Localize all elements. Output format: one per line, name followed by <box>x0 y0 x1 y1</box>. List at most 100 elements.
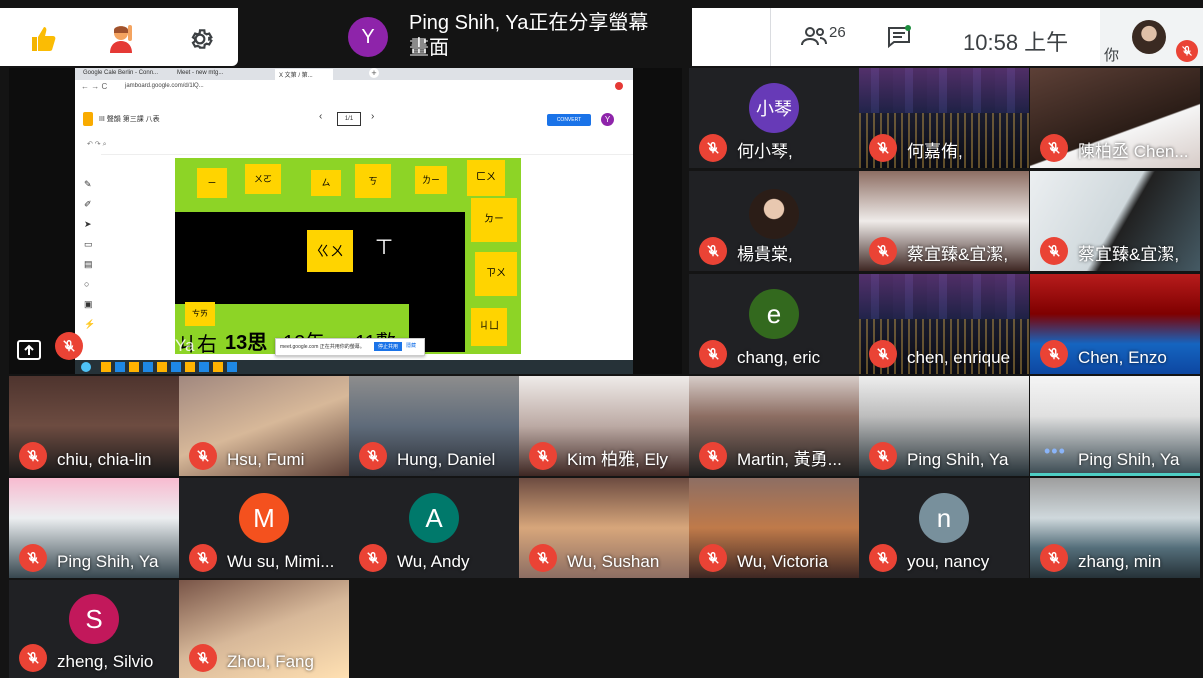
chat-icon[interactable] <box>886 25 912 54</box>
mic-off-icon <box>869 442 897 470</box>
mic-off-icon <box>359 544 387 572</box>
mic-off-icon <box>699 340 727 368</box>
participant-tile[interactable]: Szheng, Silvio <box>9 580 179 678</box>
participant-name: Martin, 黃勇... <box>737 450 842 469</box>
participant-tile[interactable]: Ping Shih, Ya <box>9 478 179 578</box>
participant-tile[interactable]: Wu, Sushan <box>519 478 689 578</box>
participant-tile[interactable]: e chang, eric <box>689 274 859 374</box>
participant-avatar: S <box>69 594 119 645</box>
participant-tile[interactable]: Zhou, Fang <box>179 580 349 678</box>
taskbar-apps-icon[interactable] <box>101 362 241 372</box>
clock: 10:58 上午 <box>963 30 1069 55</box>
participant-tile[interactable]: chen, enrique <box>859 274 1029 374</box>
participant-tile[interactable]: Ping Shih, Ya ••• <box>1030 376 1200 476</box>
mic-off-icon <box>189 442 217 470</box>
account-avatar[interactable]: Y <box>601 113 614 126</box>
mic-off-icon <box>869 340 897 368</box>
participant-tile[interactable]: Wu, Victoria <box>689 478 859 578</box>
sticky-note[interactable]: ㄉㄧ <box>471 198 517 242</box>
participant-name: 何嘉侑, <box>907 142 963 161</box>
participant-avatar: 小琴 <box>749 83 799 133</box>
sticky-note[interactable]: ㄧ <box>197 168 227 198</box>
presenter-name: Ping Shih, Ya <box>93 336 195 355</box>
present-screen-icon[interactable] <box>17 340 43 360</box>
presenting-banner: Y Ping Shih, Ya正在分享螢幕 畫面 <box>238 8 692 66</box>
participant-tile[interactable]: 小琴 何小琴, <box>689 68 859 168</box>
sticky-note[interactable]: ㄨㄛ <box>245 164 281 194</box>
mic-off-icon <box>1040 134 1068 162</box>
divider <box>770 8 771 66</box>
people-icon <box>801 27 827 46</box>
prev-frame-icon[interactable]: ‹ <box>319 111 322 122</box>
sticky-note[interactable]: ㄎ <box>355 164 391 198</box>
extension-icon[interactable] <box>615 82 623 90</box>
next-frame-icon[interactable]: › <box>371 111 374 122</box>
sticky-note[interactable]: ㄘㄞ <box>185 302 215 326</box>
canvas-black-block <box>409 212 465 352</box>
mic-off-icon <box>19 442 47 470</box>
bookmarks-bar <box>75 94 633 104</box>
gear-icon[interactable] <box>183 22 217 56</box>
participant-tile[interactable]: 陳柏丞 Chen... <box>1030 68 1200 168</box>
doc-title[interactable]: III 聲韻 第三課 八表 <box>99 114 160 124</box>
participants-button[interactable]: 26 <box>800 24 846 48</box>
nav-arrows-icon[interactable]: ← → C <box>81 82 107 91</box>
jamboard-header: III 聲韻 第三課 八表 ‹ 1/1 › CONVERT Y <box>75 104 633 137</box>
share-button[interactable]: CONVERT <box>547 114 591 126</box>
frame-counter[interactable]: 1/1 <box>337 112 361 126</box>
start-icon[interactable] <box>81 362 91 372</box>
browser-tab[interactable]: Meet - new mtg... <box>177 70 223 76</box>
reaction-toolbar <box>0 8 238 66</box>
participant-tile[interactable]: 蔡宜臻&宜潔, <box>859 171 1029 271</box>
participant-tile[interactable]: chiu, chia-lin <box>9 376 179 476</box>
participant-tile[interactable]: A Wu, Andy <box>349 478 519 578</box>
browser-tab[interactable]: Google Cale Berlin - Conn... <box>83 70 158 76</box>
sticky-note[interactable]: ㄌㄧ <box>415 166 447 194</box>
mic-off-icon <box>19 644 47 672</box>
participant-tile[interactable]: Martin, 黃勇... <box>689 376 859 476</box>
thumbs-up-icon[interactable] <box>26 22 60 56</box>
sticky-note[interactable]: ㄐㄩ <box>471 308 507 346</box>
mic-off-icon <box>189 644 217 672</box>
presenter-avatar: Y <box>348 17 388 57</box>
mic-off-icon <box>529 442 557 470</box>
participant-tile[interactable]: Chen, Enzo <box>1030 274 1200 374</box>
speaking-indicator-icon: ••• <box>1044 441 1066 461</box>
sticky-note[interactable]: ㄈㄨ <box>467 160 505 196</box>
participant-tile[interactable]: Hsu, Fumi <box>179 376 349 476</box>
participant-name: Wu su, Mimi... <box>227 552 335 571</box>
self-avatar <box>1132 20 1166 54</box>
mic-off-icon <box>55 332 83 360</box>
participant-name: Hsu, Fumi <box>227 450 305 469</box>
mic-off-icon <box>1040 544 1068 572</box>
participant-tile[interactable]: Hung, Daniel <box>349 376 519 476</box>
raise-hand-icon[interactable] <box>104 22 138 56</box>
participant-name: 蔡宜臻&宜潔, <box>1078 245 1180 264</box>
mic-off-icon <box>699 442 727 470</box>
jamboard-canvas[interactable]: 10敢 《ㄎ ㄒ ㄐ右 13思 12矢 11敷 ㄧ ㄨㄛ ㄙ ㄎ ㄌㄧ ㄈㄨ ㄉ… <box>175 158 521 356</box>
url-text[interactable]: jamboard.google.com/d/1lQ... <box>125 83 204 89</box>
mic-off-icon <box>529 544 557 572</box>
browser-tab-active[interactable]: X 文第 / 第... <box>275 69 333 80</box>
participant-tile[interactable]: Kim 柏雅, Ely <box>519 376 689 476</box>
participant-tile[interactable]: M Wu su, Mimi... <box>179 478 349 578</box>
new-tab-icon[interactable]: + <box>369 68 379 78</box>
participant-tile[interactable]: zhang, min <box>1030 478 1200 578</box>
mic-off-icon <box>359 442 387 470</box>
self-view: 你 <box>1100 8 1203 66</box>
hide-button[interactable]: 隱藏 <box>406 342 416 349</box>
participant-avatar: e <box>749 289 799 339</box>
participant-tile[interactable]: 何嘉侑, <box>859 68 1029 168</box>
undo-redo-icon[interactable]: ↶ ↷ ⌕ <box>87 140 107 149</box>
sticky-note[interactable]: ㄙ <box>311 170 341 196</box>
stop-sharing-button[interactable]: 停止共用 <box>374 342 403 351</box>
participant-tile[interactable]: n you, nancy <box>859 478 1029 578</box>
participant-avatar: n <box>919 493 969 543</box>
participant-tile[interactable]: 蔡宜臻&宜潔, <box>1030 171 1200 271</box>
participant-tile[interactable]: 楊貴棠, <box>689 171 859 271</box>
sticky-note[interactable]: ㄍㄨ <box>307 230 353 272</box>
sticky-note[interactable]: ㄗㄨ <box>475 252 517 296</box>
participant-tile[interactable]: Ping Shih, Ya <box>859 376 1029 476</box>
presenting-text: Ping Shih, Ya正在分享螢幕 畫面 <box>409 11 648 61</box>
tool-icons[interactable]: ✎ ✐ ➤ ▭ ▤ ○ ▣ ⚡ <box>84 174 95 334</box>
